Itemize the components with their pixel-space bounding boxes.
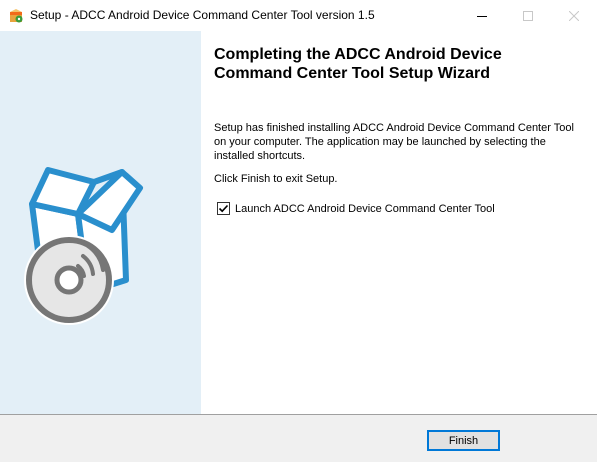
checkmark-icon: [218, 204, 229, 213]
launch-app-option[interactable]: Launch ADCC Android Device Command Cente…: [217, 202, 495, 215]
close-icon: [569, 10, 579, 21]
page-title: Completing the ADCC Android Device Comma…: [214, 46, 502, 82]
wizard-footer: Finish: [0, 415, 597, 462]
launch-checkbox[interactable]: [217, 202, 230, 215]
window-title: Setup - ADCC Android Device Command Cent…: [30, 8, 375, 22]
wizard-side-panel: [0, 31, 201, 414]
maximize-button[interactable]: [505, 0, 551, 31]
setup-app-icon: [8, 8, 24, 24]
open-box-with-cd-icon: [24, 167, 143, 325]
finish-button[interactable]: Finish: [427, 430, 500, 451]
install-complete-message: Setup has finished installing ADCC Andro…: [214, 122, 574, 162]
maximize-icon: [523, 10, 533, 21]
launch-checkbox-label[interactable]: Launch ADCC Android Device Command Cente…: [235, 203, 495, 215]
title-bar[interactable]: Setup - ADCC Android Device Command Cent…: [0, 0, 597, 31]
minimize-icon: [477, 15, 487, 17]
close-button[interactable]: [551, 0, 597, 31]
exit-instruction: Click Finish to exit Setup.: [214, 173, 338, 185]
minimize-button[interactable]: [459, 0, 505, 31]
wizard-content: Completing the ADCC Android Device Comma…: [201, 31, 597, 414]
